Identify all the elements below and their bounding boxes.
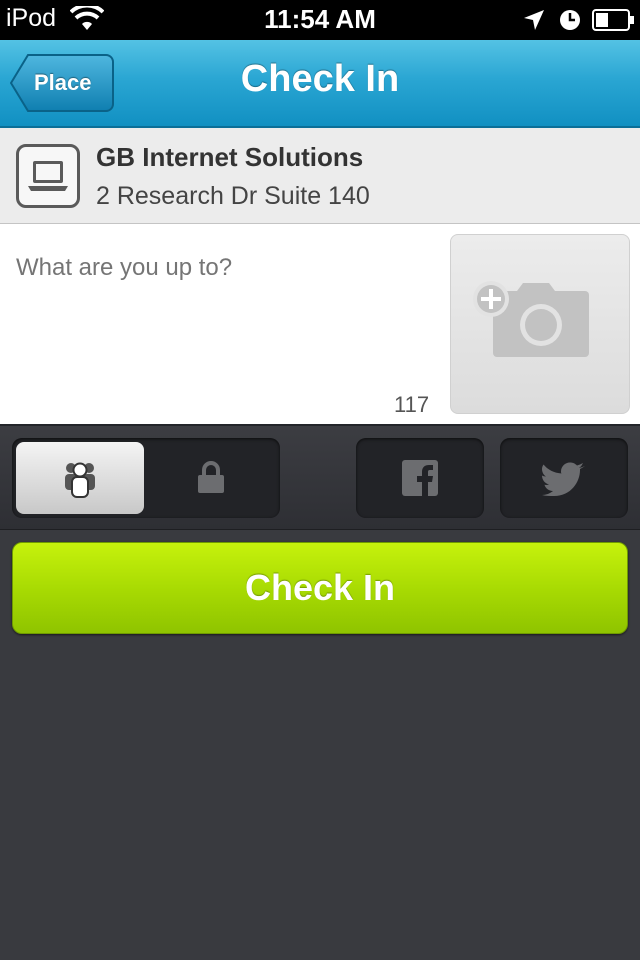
laptop-icon bbox=[16, 144, 80, 208]
share-with-friends-toggle[interactable] bbox=[16, 442, 144, 514]
page-title: Check In bbox=[240, 58, 400, 100]
check-in-screen: iPod 11:54 AM Place Check In GB Internet… bbox=[0, 0, 640, 960]
off-the-grid-toggle[interactable] bbox=[148, 442, 276, 514]
add-photo-button[interactable] bbox=[450, 234, 630, 414]
check-in-button-label: Check In bbox=[244, 567, 396, 608]
shout-compose-area: 117 bbox=[0, 224, 640, 426]
shout-input[interactable] bbox=[16, 254, 416, 282]
status-bar: iPod 11:54 AM bbox=[0, 0, 640, 40]
location-arrow-icon bbox=[522, 8, 546, 37]
battery-icon bbox=[592, 9, 636, 36]
lock-icon bbox=[198, 461, 224, 493]
facebook-icon bbox=[402, 460, 438, 496]
character-count: 117 bbox=[394, 392, 430, 417]
alarm-clock-icon bbox=[558, 8, 582, 37]
share-options-bar bbox=[0, 426, 640, 530]
check-in-button[interactable]: Check In bbox=[12, 542, 628, 634]
venue-address: 2 Research Dr Suite 140 bbox=[96, 182, 370, 210]
add-photo-camera-icon bbox=[473, 281, 589, 357]
twitter-icon bbox=[542, 462, 585, 496]
friends-icon bbox=[65, 462, 95, 498]
navigation-bar: Place Check In bbox=[0, 40, 640, 128]
visibility-segmented-control bbox=[12, 438, 280, 518]
share-twitter-toggle[interactable] bbox=[500, 438, 628, 518]
venue-header[interactable]: GB Internet Solutions 2 Research Dr Suit… bbox=[0, 128, 640, 224]
venue-name: GB Internet Solutions bbox=[96, 142, 364, 172]
share-facebook-toggle[interactable] bbox=[356, 438, 484, 518]
